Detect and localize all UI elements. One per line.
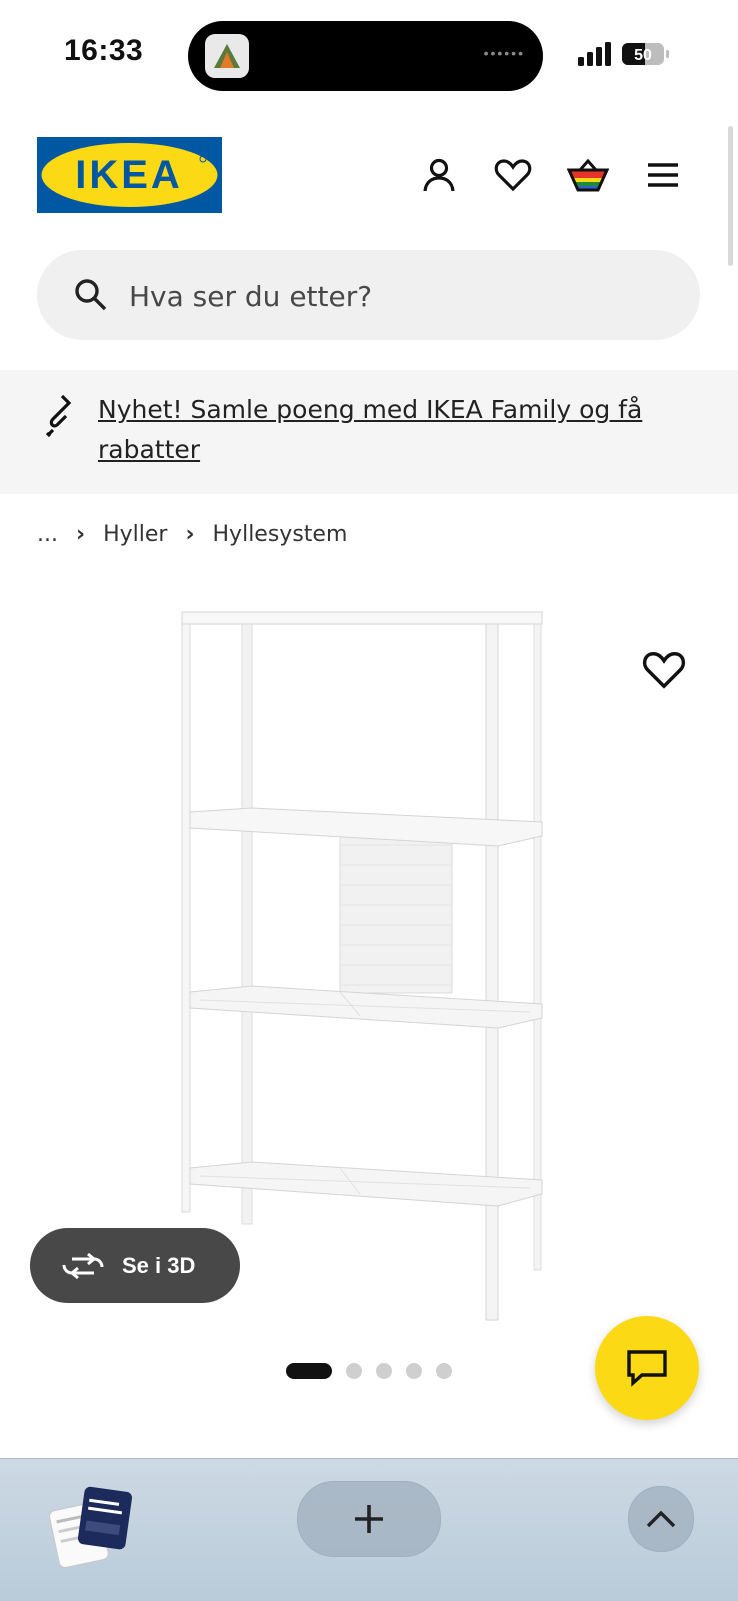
plus-icon	[355, 1505, 383, 1533]
chat-button[interactable]	[595, 1316, 699, 1420]
rotate-3d-icon	[62, 1252, 104, 1279]
island-app-icon	[205, 34, 249, 78]
chevron-right-icon: ›	[75, 521, 86, 547]
carousel-dot-4[interactable]	[406, 1363, 422, 1379]
chevron-right-icon: ›	[185, 521, 195, 547]
image-carousel-dots	[286, 1362, 466, 1380]
breadcrumb-item-hyller[interactable]: Hyller	[103, 522, 167, 547]
logo-text: IKEA	[75, 153, 183, 197]
status-bar: 16:33 •••••• 50	[0, 0, 738, 110]
dynamic-island: ••••••	[188, 21, 543, 91]
tab-switcher-button[interactable]	[44, 1485, 134, 1571]
page-scrollbar[interactable]	[728, 126, 733, 266]
family-banner: Nyhet! Samle poeng med IKEA Family og få…	[0, 370, 738, 494]
see-in-3d-label: Se i 3D	[122, 1252, 196, 1278]
basket-icon[interactable]	[567, 154, 609, 196]
search-bar[interactable]	[37, 250, 700, 340]
carousel-dot-5[interactable]	[436, 1363, 452, 1379]
battery-level: 50	[634, 47, 652, 64]
chat-bubble-icon	[627, 1350, 667, 1387]
product-image[interactable]	[170, 600, 570, 1325]
chevron-up-icon	[646, 1510, 676, 1528]
carousel-dot-2[interactable]	[346, 1363, 362, 1379]
account-icon[interactable]	[418, 154, 460, 196]
favourite-heart-icon[interactable]	[642, 650, 686, 694]
browser-bottom-bar	[0, 1458, 738, 1601]
breadcrumb-item-hyllesystem[interactable]: Hyllesystem	[213, 522, 348, 547]
site-header: IKEA	[0, 110, 738, 245]
battery-icon: 50	[622, 42, 670, 66]
search-icon	[75, 279, 107, 311]
island-dots-icon: ••••••	[483, 45, 525, 61]
ikea-logo[interactable]: IKEA	[37, 137, 222, 213]
breadcrumb: ... › Hyller › Hyllesystem	[37, 516, 347, 552]
family-banner-link[interactable]: Nyhet! Samle poeng med IKEA Family og få…	[98, 390, 698, 470]
search-input[interactable]	[127, 272, 671, 320]
arrow-squiggle-icon	[45, 394, 72, 438]
signal-icon	[578, 42, 611, 66]
scroll-to-top-button[interactable]	[628, 1486, 694, 1552]
carousel-dot-3[interactable]	[376, 1363, 392, 1379]
see-in-3d-button[interactable]: Se i 3D	[30, 1228, 240, 1303]
carousel-dot-1[interactable]	[286, 1363, 332, 1379]
heart-icon[interactable]	[492, 154, 534, 196]
status-time: 16:33	[64, 34, 144, 67]
menu-icon[interactable]	[642, 154, 684, 196]
new-tab-button[interactable]	[297, 1481, 441, 1557]
breadcrumb-ellipsis[interactable]: ...	[37, 522, 58, 547]
